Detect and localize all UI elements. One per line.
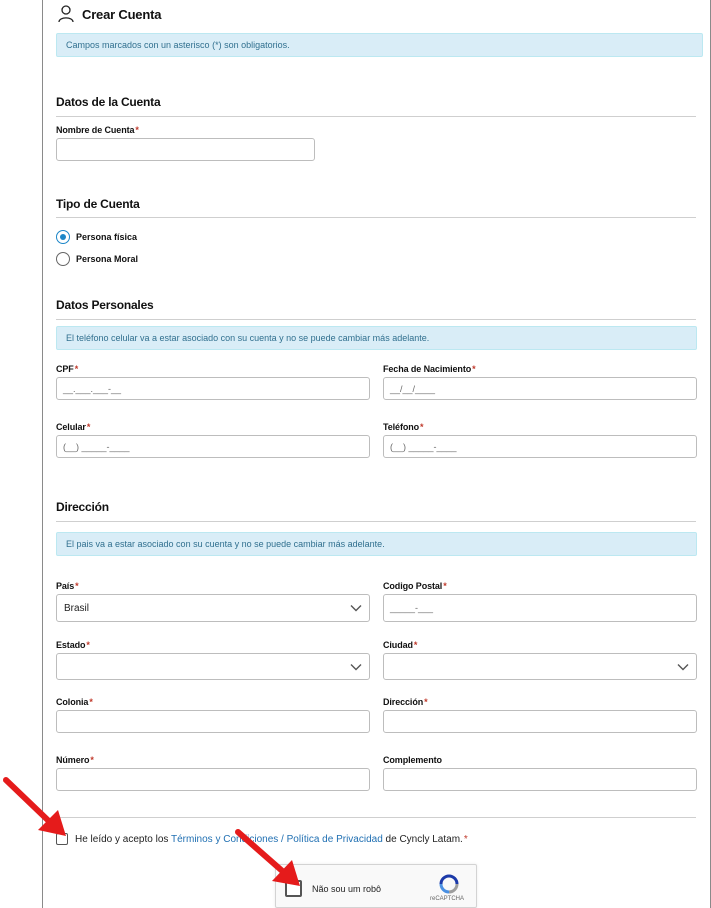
chevron-down-icon (677, 663, 689, 670)
complement-label: Complemento (383, 755, 442, 765)
country-label: País* (56, 581, 79, 591)
radio-persona-fisica[interactable]: Persona física (56, 230, 137, 244)
annotation-arrow-icon (3, 777, 66, 836)
postal-code-input[interactable]: _____-___ (383, 594, 697, 622)
page-title: Crear Cuenta (58, 5, 161, 23)
number-input[interactable] (56, 768, 370, 791)
state-select[interactable] (56, 653, 370, 680)
radio-button[interactable] (56, 252, 70, 266)
chevron-down-icon (350, 605, 362, 612)
postal-code-label: Codigo Postal* (383, 581, 447, 591)
section-account-type-title: Tipo de Cuenta (56, 197, 140, 211)
radio-persona-moral[interactable]: Persona Moral (56, 252, 138, 266)
birth-date-label: Fecha de Nacimiento* (383, 364, 476, 374)
recaptcha-brand: reCAPTCHA (430, 896, 465, 902)
section-address-title: Dirección (56, 500, 109, 514)
recaptcha-logo-icon (439, 874, 459, 894)
section-personal-title: Datos Personales (56, 298, 154, 312)
annotation-arrow-icon (235, 829, 300, 886)
radio-label: Persona física (76, 232, 138, 242)
complement-input[interactable] (383, 768, 697, 791)
phone-input[interactable]: (__) _____-____ (383, 435, 697, 458)
cpf-label: CPF* (56, 364, 79, 374)
country-alert: El pais va a estar asociado con su cuent… (56, 532, 697, 556)
required-fields-alert: Campos marcados con un asterisco (*) son… (56, 33, 703, 57)
user-icon (58, 5, 74, 23)
phone-label: Teléfono* (383, 422, 424, 432)
radio-button-checked[interactable] (56, 230, 70, 244)
colony-label: Colonia* (56, 697, 93, 707)
section-account-title: Datos de la Cuenta (56, 95, 161, 109)
divider (56, 817, 696, 818)
state-label: Estado* (56, 640, 90, 650)
cpf-input[interactable]: __.___.___-__ (56, 377, 370, 400)
phone-alert: El teléfono celular va a estar asociado … (56, 326, 697, 350)
street-input[interactable] (383, 710, 697, 733)
city-label: Ciudad* (383, 640, 418, 650)
recaptcha-label: Não sou um robô (312, 884, 382, 894)
country-select-value: Brasil (64, 602, 90, 614)
page-title-text: Crear Cuenta (82, 6, 162, 22)
radio-label: Persona Moral (76, 254, 139, 264)
street-label: Dirección* (383, 697, 428, 707)
chevron-down-icon (350, 663, 362, 670)
mobile-label: Celular* (56, 422, 91, 432)
divider (56, 521, 696, 522)
divider (56, 116, 696, 117)
country-select[interactable]: Brasil (56, 594, 370, 622)
colony-input[interactable] (56, 710, 370, 733)
account-name-label: Nombre de Cuenta* (56, 125, 139, 135)
account-name-input[interactable] (56, 138, 315, 161)
number-label: Número* (56, 755, 94, 765)
divider (56, 217, 696, 218)
city-select[interactable] (383, 653, 697, 680)
divider (56, 319, 696, 320)
birth-date-input[interactable]: __/__/____ (383, 377, 697, 400)
mobile-input[interactable]: (__) _____-____ (56, 435, 370, 458)
